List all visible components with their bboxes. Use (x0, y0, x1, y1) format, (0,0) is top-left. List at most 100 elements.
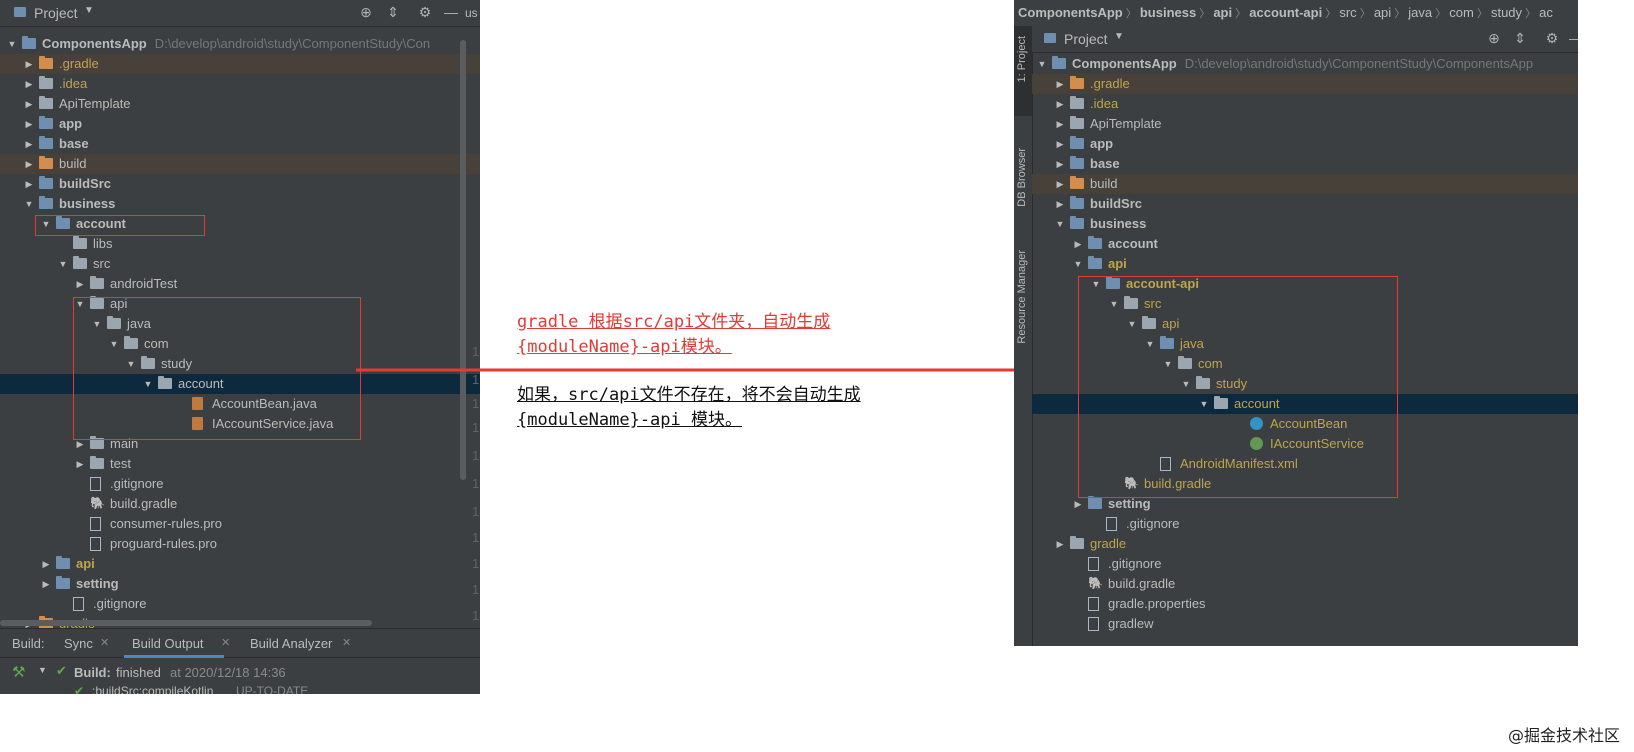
breadcrumb-item[interactable]: ComponentsApp (1018, 5, 1123, 20)
chevron-right-icon[interactable]: ▶ (1054, 114, 1066, 134)
tree-row[interactable]: AccountBean (1032, 414, 1578, 434)
chevron-down-icon[interactable]: ▼ (1180, 374, 1192, 394)
chevron-down-icon[interactable]: ▼ (1114, 31, 1124, 42)
module-folder-icon (1070, 156, 1084, 169)
module-folder-icon (1160, 336, 1174, 349)
side-tab-resource-manager[interactable]: Resource Manager (1016, 250, 1028, 344)
tree-row[interactable]: 🐘 build.gradle (1032, 574, 1578, 594)
tree-row-label: build.gradle (1108, 576, 1176, 591)
tree-row-label: ApiTemplate (1090, 116, 1162, 131)
gutter-fragment: 1 (472, 608, 480, 623)
gutter-fragment: 1 (472, 344, 480, 359)
tree-row[interactable]: ▶ build (1032, 174, 1578, 194)
folder-icon (1070, 536, 1084, 549)
breadcrumb-item[interactable]: src (1339, 5, 1356, 20)
chevron-down-icon[interactable]: ▼ (1072, 254, 1084, 274)
chevron-right-icon[interactable]: ▶ (1054, 194, 1066, 214)
chevron-right-icon[interactable]: ▶ (1072, 234, 1084, 254)
tree-row[interactable]: ▶ base (1032, 154, 1578, 174)
tree-row[interactable]: ▶ buildSrc (1032, 194, 1578, 214)
tree-row[interactable]: ▶ gradle (1032, 534, 1578, 554)
tree-row[interactable]: ▼ study (1032, 374, 1578, 394)
folder-icon (1142, 316, 1156, 329)
tree-row[interactable]: gradlew (1032, 614, 1578, 634)
note-line-3: 如果，src/api文件不存在，将不会自动生成 (517, 385, 861, 405)
breadcrumb-item[interactable]: business (1140, 5, 1196, 20)
tree-row[interactable]: gradle.properties (1032, 594, 1578, 614)
tree-row-label: api (1108, 256, 1127, 271)
tree-row[interactable]: ▶ ApiTemplate (1032, 114, 1578, 134)
tree-row[interactable]: .gitignore (1032, 554, 1578, 574)
breadcrumb-item[interactable]: api (1374, 5, 1391, 20)
tree-row[interactable]: ▼ business (1032, 214, 1578, 234)
tree-row[interactable]: ▼ com (1032, 354, 1578, 374)
tree-row-label: gradle.properties (1108, 596, 1206, 611)
tree-row[interactable]: ▼ account-api (1032, 274, 1578, 294)
tree-row[interactable]: 🐘 build.gradle (1032, 474, 1578, 494)
note-line-1: gradle 根据src/api文件夹，自动生成 (517, 312, 831, 332)
chevron-right-icon[interactable]: ▶ (1054, 134, 1066, 154)
chevron-down-icon[interactable]: ▼ (1108, 294, 1120, 314)
breadcrumb-item[interactable]: study (1491, 5, 1522, 20)
gutter-fragment: 1 (472, 476, 480, 491)
tree-row[interactable]: ▼ account (1032, 394, 1578, 414)
chevron-right-icon[interactable]: ▶ (1054, 94, 1066, 114)
minimize-icon[interactable]: — (1568, 30, 1578, 46)
gutter-fragment: 1 (472, 396, 480, 411)
excluded-folder-icon (1070, 176, 1084, 189)
tree-row-label: java (1180, 336, 1204, 351)
breadcrumb-item[interactable]: account-api (1249, 5, 1322, 20)
file-icon (1088, 597, 1099, 611)
tree-row[interactable]: ▼ api (1032, 254, 1578, 274)
note-line-2: {moduleName}-api模块。 (517, 337, 732, 357)
gutter-fragment: 1 (472, 530, 480, 545)
collapse-all-icon[interactable]: ⇕ (1512, 30, 1528, 46)
breadcrumb-item[interactable]: java (1408, 5, 1432, 20)
chevron-right-icon[interactable]: ▶ (1072, 494, 1084, 514)
file-icon (1088, 557, 1099, 571)
breadcrumb-item[interactable]: com (1449, 5, 1474, 20)
tree-row-label: setting (1108, 496, 1151, 511)
tree-row[interactable]: ▶ setting (1032, 494, 1578, 514)
folder-icon (1196, 376, 1210, 389)
chevron-down-icon[interactable]: ▼ (1036, 54, 1048, 74)
tree-row[interactable]: ▶ .gradle (1032, 74, 1578, 94)
folder-icon (1214, 396, 1228, 409)
breadcrumb-separator-icon: 〉 (1522, 8, 1540, 20)
chevron-down-icon[interactable]: ▼ (1162, 354, 1174, 374)
tree-row[interactable]: ▼ api (1032, 314, 1578, 334)
breadcrumb-item[interactable]: ac (1539, 5, 1553, 20)
breadcrumb-separator-icon: 〉 (1391, 8, 1409, 20)
tree-row[interactable]: ▼ ComponentsApp D:\develop\android\study\C… (1032, 54, 1578, 74)
project-view-title[interactable]: Project (1064, 31, 1108, 47)
tree-row[interactable]: ▼ src (1032, 294, 1578, 314)
chevron-right-icon[interactable]: ▶ (1054, 534, 1066, 554)
tree-row-label: buildSrc (1090, 196, 1143, 211)
chevron-down-icon[interactable]: ▼ (1090, 274, 1102, 294)
chevron-right-icon[interactable]: ▶ (1054, 154, 1066, 174)
chevron-down-icon[interactable]: ▼ (1144, 334, 1156, 354)
breadcrumb: ComponentsApp 〉 business 〉 api 〉 account… (1014, 0, 1578, 27)
folder-icon (1124, 296, 1138, 309)
tree-row[interactable]: .gitignore (1032, 514, 1578, 534)
gutter-fragment: 1 (472, 556, 480, 571)
chevron-down-icon[interactable]: ▼ (1126, 314, 1138, 334)
tree-row[interactable]: ▶ .idea (1032, 94, 1578, 114)
tree-row[interactable]: ▶ app (1032, 134, 1578, 154)
locate-icon[interactable]: ⊕ (1486, 30, 1502, 46)
chevron-down-icon[interactable]: ▼ (1054, 214, 1066, 234)
breadcrumb-item[interactable]: api (1213, 5, 1232, 20)
tree-row[interactable]: ▶ account (1032, 234, 1578, 254)
tree-row[interactable]: ▼ java (1032, 334, 1578, 354)
side-tab-project[interactable]: 1: Project (1016, 36, 1028, 82)
gutter-fragment: 1 (472, 582, 480, 597)
tree-row-label: study (1216, 376, 1248, 391)
chevron-right-icon[interactable]: ▶ (1054, 174, 1066, 194)
tree-row[interactable]: AndroidManifest.xml (1032, 454, 1578, 474)
side-tab-db-browser[interactable]: DB Browser (1016, 148, 1028, 207)
tree-row[interactable]: IAccountService (1032, 434, 1578, 454)
gear-icon[interactable]: ⚙ (1544, 30, 1560, 46)
watermark: @掘金技术社区 (1508, 726, 1621, 745)
chevron-down-icon[interactable]: ▼ (1198, 394, 1210, 414)
chevron-right-icon[interactable]: ▶ (1054, 74, 1066, 94)
